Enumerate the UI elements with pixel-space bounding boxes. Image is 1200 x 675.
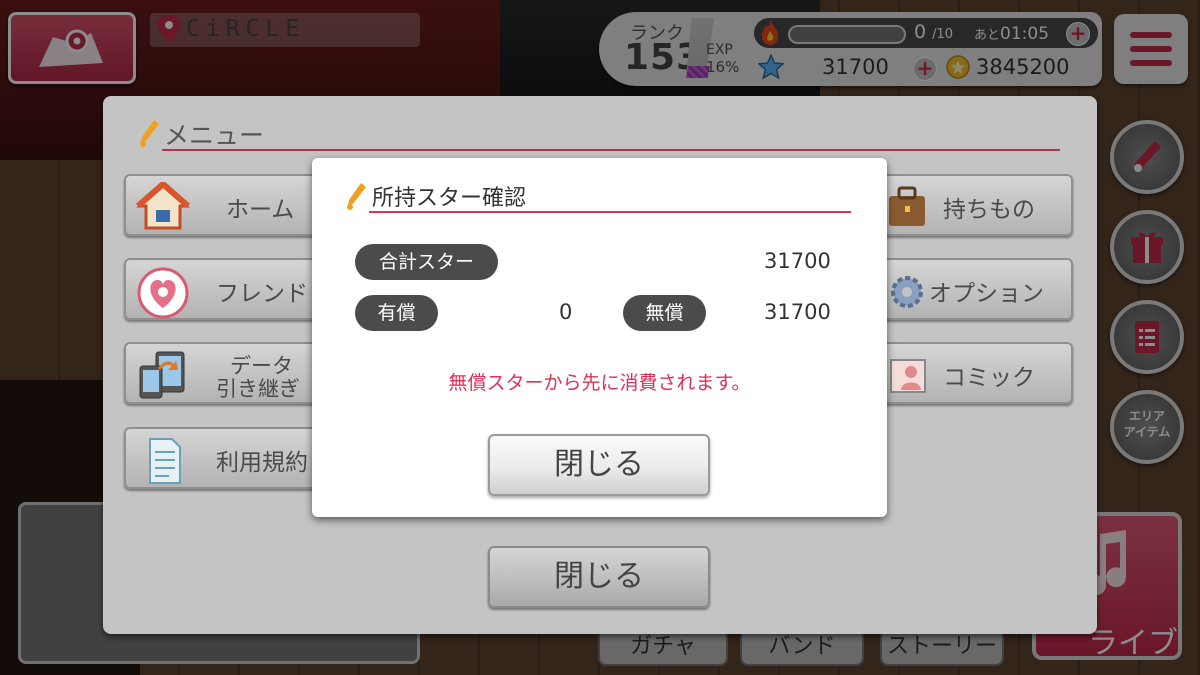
menu-close-button[interactable]: 閉じる: [488, 546, 710, 608]
total-stars-label: 合計スター: [355, 244, 498, 280]
friend-heart-icon: [137, 267, 189, 319]
dialog-title: 所持スター確認: [372, 186, 527, 211]
free-stars-label: 無償: [623, 295, 706, 331]
home-label: ホーム: [226, 197, 295, 223]
total-stars-value: 31700: [764, 249, 831, 273]
items-label: 持ちもの: [943, 197, 1035, 223]
terms-label: 利用規約: [216, 450, 308, 476]
pen-icon: [140, 120, 159, 147]
items-button[interactable]: 持ちもの: [875, 174, 1073, 236]
friend-label: フレンド: [216, 281, 308, 307]
data-transfer-button[interactable]: データ 引き継ぎ: [124, 342, 324, 404]
pen-icon: [347, 183, 366, 210]
bag-icon: [889, 186, 925, 226]
data-transfer-label-2: 引き継ぎ: [216, 377, 300, 401]
dialog-close-button[interactable]: 閉じる: [488, 434, 710, 496]
dialog-title-underline: [369, 211, 851, 213]
options-button[interactable]: オプション: [875, 258, 1073, 320]
consumption-note: 無償スターから先に消費されます。: [448, 372, 751, 394]
menu-title-underline: [162, 149, 1060, 151]
comic-icon: [890, 359, 926, 393]
options-label: オプション: [929, 281, 1044, 307]
menu-title: メニュー: [164, 121, 265, 150]
gear-icon: [891, 276, 923, 308]
friend-button[interactable]: フレンド: [124, 258, 324, 320]
home-button[interactable]: ホーム: [124, 174, 324, 236]
paid-stars-label: 有償: [355, 295, 438, 331]
document-icon: [149, 438, 181, 484]
terms-button[interactable]: 利用規約: [124, 427, 324, 489]
comic-label: コミック: [943, 365, 1035, 391]
free-stars-value: 31700: [764, 300, 831, 324]
device-transfer-icon: [139, 351, 185, 399]
house-icon: [136, 182, 190, 230]
comic-button[interactable]: コミック: [875, 342, 1073, 404]
paid-stars-value: 0: [559, 300, 573, 324]
